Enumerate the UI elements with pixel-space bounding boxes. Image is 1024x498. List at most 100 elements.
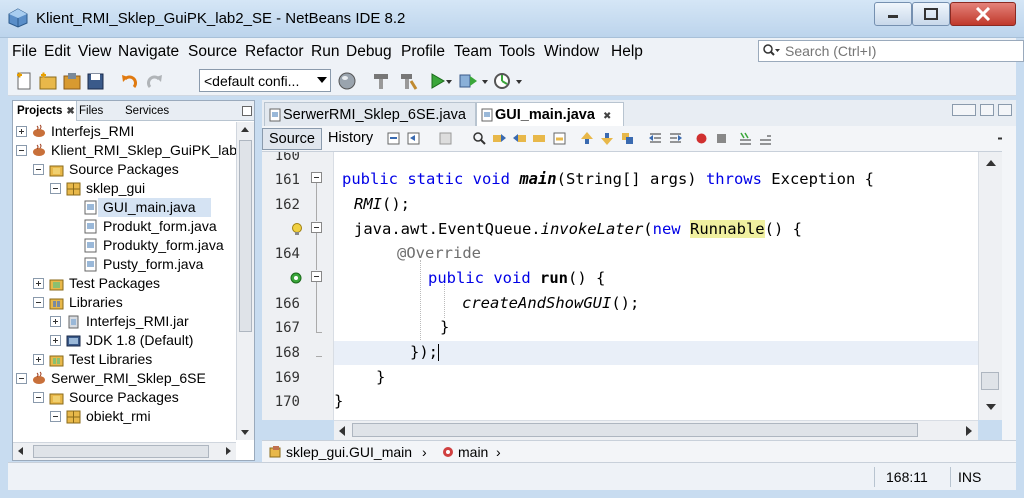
- collapse-icon[interactable]: [50, 411, 61, 422]
- run-icon[interactable]: [427, 71, 447, 91]
- tab-files[interactable]: Files: [79, 101, 123, 121]
- fold-toggle-icon[interactable]: [311, 271, 322, 282]
- shift-left-icon[interactable]: [648, 131, 663, 146]
- menu-help[interactable]: Help: [611, 43, 643, 61]
- expand-icon[interactable]: [50, 335, 61, 346]
- source-view-button[interactable]: Source: [262, 128, 322, 150]
- scroll-left-icon[interactable]: [339, 426, 345, 436]
- scroll-up-icon[interactable]: [986, 160, 996, 166]
- collapse-icon[interactable]: [33, 392, 44, 403]
- menu-refactor[interactable]: Refactor: [245, 43, 304, 61]
- find-previous-icon[interactable]: [492, 131, 507, 146]
- menu-view[interactable]: View: [78, 43, 111, 61]
- fold-toggle-icon[interactable]: [311, 172, 322, 183]
- tree-item[interactable]: Pusty_form.java: [83, 255, 233, 274]
- close-button[interactable]: [950, 2, 1016, 26]
- menu-profile[interactable]: Profile: [401, 43, 445, 61]
- collapse-icon[interactable]: [33, 297, 44, 308]
- profile-icon[interactable]: [492, 71, 512, 91]
- editor-horizontal-scrollbar[interactable]: [334, 420, 978, 440]
- profile-dropdown-icon[interactable]: [516, 80, 522, 84]
- menu-run[interactable]: Run: [311, 43, 339, 61]
- uncomment-icon[interactable]: [758, 131, 773, 146]
- breadcrumb-method[interactable]: main: [458, 444, 488, 460]
- minimize-panel-icon[interactable]: [242, 106, 252, 116]
- tree-item[interactable]: Source Packages: [13, 388, 236, 407]
- shift-right-icon[interactable]: [668, 131, 683, 146]
- close-tab-icon[interactable]: ✖: [66, 106, 74, 117]
- expand-icon[interactable]: [16, 126, 27, 137]
- menu-debug[interactable]: Debug: [346, 43, 392, 61]
- maximize-button[interactable]: [912, 2, 950, 26]
- globe-icon[interactable]: [337, 71, 357, 91]
- collapse-icon[interactable]: [50, 183, 61, 194]
- redo-icon[interactable]: [144, 71, 164, 91]
- expand-icon[interactable]: [50, 316, 61, 327]
- tree-item[interactable]: Klient_RMI_Sklep_GuiPK_lab: [13, 141, 236, 160]
- scroll-down-icon[interactable]: [241, 430, 249, 435]
- maximize-editor-icon[interactable]: [998, 104, 1012, 116]
- tree-item[interactable]: Test Libraries: [13, 350, 236, 369]
- menu-navigate[interactable]: Navigate: [118, 43, 179, 61]
- open-project-icon[interactable]: [62, 71, 82, 91]
- menu-team[interactable]: Team: [454, 43, 492, 61]
- tree-item[interactable]: Source Packages: [13, 160, 236, 179]
- error-stripe[interactable]: [1002, 126, 1016, 440]
- tree-item[interactable]: sklep_gui: [13, 179, 236, 198]
- new-file-icon[interactable]: [14, 71, 34, 91]
- scroll-thumb[interactable]: [981, 372, 999, 390]
- start-macro-icon[interactable]: [694, 131, 709, 146]
- minimize-button[interactable]: [874, 2, 912, 26]
- insert-mode[interactable]: INS: [958, 469, 981, 485]
- tree-item[interactable]: Produkt_form.java: [83, 217, 233, 236]
- find-icon[interactable]: [472, 131, 487, 146]
- tree-item[interactable]: Serwer_RMI_Sklep_6SE: [13, 369, 236, 388]
- undo-icon[interactable]: [120, 71, 140, 91]
- menu-window[interactable]: Window: [544, 43, 599, 61]
- menu-source[interactable]: Source: [188, 43, 237, 61]
- collapse-icon[interactable]: [33, 164, 44, 175]
- collapse-icon[interactable]: [16, 373, 27, 384]
- last-edit-icon[interactable]: [386, 131, 401, 146]
- tree-item[interactable]: Interfejs_RMI: [13, 122, 236, 141]
- search-box[interactable]: [758, 40, 1024, 62]
- editor-vertical-scrollbar[interactable]: [978, 152, 1002, 420]
- menu-edit[interactable]: Edit: [44, 43, 71, 61]
- scroll-thumb[interactable]: [352, 423, 918, 437]
- stop-macro-icon[interactable]: [714, 131, 729, 146]
- clean-build-icon[interactable]: [398, 71, 418, 91]
- tree-item-selected[interactable]: GUI_main.java: [83, 198, 213, 217]
- menu-file[interactable]: File: [12, 43, 37, 61]
- tree-item[interactable]: Libraries: [13, 293, 236, 312]
- forward-icon[interactable]: [438, 131, 453, 146]
- previous-bookmark-icon[interactable]: [580, 131, 595, 146]
- find-selection-icon[interactable]: [532, 131, 547, 146]
- find-next-icon[interactable]: [512, 131, 527, 146]
- new-project-icon[interactable]: [38, 71, 58, 91]
- build-hammer-icon[interactable]: [371, 71, 391, 91]
- run-dropdown-icon[interactable]: [446, 80, 452, 84]
- tab-gui-main[interactable]: GUI_main.java ✖: [476, 102, 624, 126]
- scroll-down-icon[interactable]: [986, 404, 996, 410]
- tree-vertical-scrollbar[interactable]: [236, 122, 254, 440]
- menu-tools[interactable]: Tools: [499, 43, 535, 61]
- tab-list-dropdown-icon[interactable]: [980, 104, 994, 116]
- next-bookmark-icon[interactable]: [600, 131, 615, 146]
- scroll-right-icon[interactable]: [226, 447, 231, 455]
- tree-item[interactable]: obiekt_rmi: [13, 407, 236, 426]
- search-input[interactable]: [785, 42, 1015, 60]
- fold-toggle-icon[interactable]: [311, 222, 322, 233]
- tab-services[interactable]: Services: [125, 101, 189, 121]
- collapse-icon[interactable]: [16, 145, 27, 156]
- lightbulb-hint-icon[interactable]: [290, 222, 304, 236]
- tree-item[interactable]: Test Packages: [13, 274, 236, 293]
- scroll-left-icon[interactable]: [18, 447, 23, 455]
- history-view-button[interactable]: History: [322, 128, 379, 150]
- tab-projects[interactable]: Projects ✖: [13, 101, 77, 121]
- scroll-up-icon[interactable]: [241, 127, 249, 132]
- expand-icon[interactable]: [33, 278, 44, 289]
- code-editor[interactable]: public static void main(String[] args) t…: [334, 152, 978, 420]
- tree-item[interactable]: Interfejs_RMI.jar: [13, 312, 236, 331]
- breadcrumb-class[interactable]: sklep_gui.GUI_main: [286, 444, 412, 460]
- tree-item[interactable]: Produkty_form.java: [83, 236, 233, 255]
